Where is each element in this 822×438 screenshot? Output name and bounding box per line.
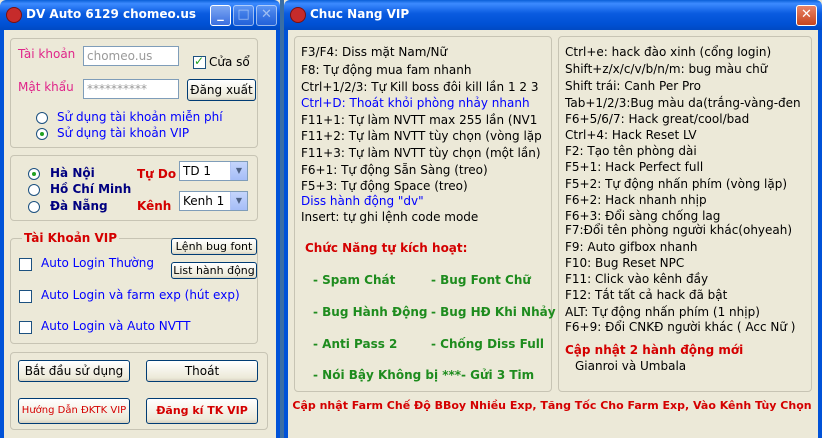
- channel-select[interactable]: Kenh 1 ▼: [179, 191, 248, 211]
- radio-free-account[interactable]: [36, 112, 48, 124]
- vip-section-title: Tài Khoản VIP: [22, 231, 120, 245]
- hotkey-line: F6+9: Đổi CNKĐ người khác ( Acc Nữ ): [565, 320, 796, 334]
- window-checkbox-label: Cửa sổ: [209, 55, 250, 69]
- app-icon: [6, 7, 22, 23]
- right-frame-edge: [818, 30, 822, 438]
- account-input[interactable]: chomeo.us: [83, 46, 179, 66]
- left-frame-edge: [0, 30, 4, 438]
- auto-login-nvtt-label: Auto Login và Auto NVTT: [41, 319, 191, 333]
- auto-login-farm-checkbox[interactable]: [19, 290, 32, 303]
- auto-feature: - Spam Chát: [313, 273, 396, 287]
- auto-feature: - Nói Bậy Không bị ***: [313, 368, 462, 382]
- hotkey-line: Insert: tự ghi lệnh code mode: [301, 210, 479, 224]
- auto-feature: - Bug Font Chữ: [431, 273, 531, 287]
- hotkey-line: F11: Click vào kênh đầy: [565, 272, 709, 286]
- freedom-select[interactable]: TD 1 ▼: [179, 161, 248, 181]
- start-button[interactable]: Bắt đầu sử dụng: [18, 360, 130, 382]
- server-da-nang-label: Đà Nẵng: [50, 199, 108, 213]
- radio-ha-noi[interactable]: [28, 168, 40, 180]
- server-ho-chi-minh-label: Hồ Chí Minh: [50, 182, 132, 196]
- free-account-label: Sử dụng tài khoản miễn phí: [57, 110, 223, 124]
- hotkey-line: Ctrl+D: Thoát khỏi phòng nhảy nhanh: [301, 96, 530, 110]
- radio-da-nang[interactable]: [28, 201, 40, 213]
- right-window-title: Chuc Nang VIP: [310, 7, 410, 21]
- password-input[interactable]: **********: [83, 79, 179, 99]
- maximize-icon[interactable]: □: [233, 5, 254, 26]
- left-window-title: DV Auto 6129 chomeo.us: [26, 7, 197, 21]
- register-vip-button[interactable]: Đăng kí TK VIP: [146, 398, 258, 424]
- auto-feature: - Bug Hành Động: [313, 305, 428, 319]
- hotkey-line: F10: Bug Reset NPC: [565, 256, 685, 270]
- left-frame-edge: [284, 30, 288, 438]
- hotkey-line: F5+3: Tự động Space (treo): [301, 179, 468, 193]
- chevron-down-icon[interactable]: ▼: [230, 192, 247, 210]
- hotkey-line: F9: Auto gifbox nhanh: [565, 240, 698, 254]
- hotkey-line: F5+1: Hack Perfect full: [565, 160, 704, 174]
- logout-button[interactable]: Đăng xuất: [187, 79, 256, 101]
- freedom-select-value: TD 1: [183, 164, 212, 178]
- minimize-icon[interactable]: _: [210, 5, 231, 26]
- hotkey-line: F11+2: Tự làm NVTT tùy chọn (vòng lặp: [301, 129, 542, 143]
- close-icon[interactable]: ✕: [256, 5, 277, 26]
- auto-login-nvtt-checkbox[interactable]: [19, 321, 32, 334]
- channel-label: Kênh: [137, 199, 172, 213]
- auto-feature: - Bug HĐ Khi Nhảy: [431, 305, 556, 319]
- chevron-down-icon[interactable]: ▼: [230, 162, 247, 180]
- radio-vip-account[interactable]: [36, 128, 48, 140]
- hotkey-panel-right: Ctrl+e: hack đào xinh (cổng login) Shift…: [558, 36, 812, 392]
- server-ha-noi-label: Hà Nội: [50, 166, 95, 180]
- right-frame-edge: [276, 30, 280, 438]
- left-title-bar[interactable]: DV Auto 6129 chomeo.us _ □ ✕: [0, 0, 280, 30]
- auto-feature: - Gửi 3 Tim: [461, 368, 535, 382]
- hotkey-line: Diss hành động "dv": [301, 194, 424, 208]
- hotkey-line: Tab+1/2/3:Bug màu da(trắng-vàng-đen: [565, 96, 801, 110]
- update-text: Gianroi và Umbala: [575, 359, 687, 373]
- hotkey-line: Ctrl+4: Hack Reset LV: [565, 128, 697, 142]
- hotkey-line: F2: Tạo tên phòng dài: [565, 144, 697, 158]
- hotkey-line: F3/F4: Diss mặt Nam/Nữ: [301, 45, 448, 59]
- right-window: Chuc Nang VIP ✕ F3/F4: Diss mặt Nam/Nữ F…: [284, 0, 822, 438]
- auto-login-normal-label: Auto Login Thường: [41, 256, 154, 270]
- hotkey-line: F7:Đổi tên phòng người khác(ohyeah): [565, 223, 793, 237]
- hotkey-line: F11+1: Tự làm NVTT max 255 lần (NV1: [301, 113, 538, 127]
- auto-features-title: Chức Năng tự kích hoạt:: [305, 241, 468, 255]
- auto-login-normal-checkbox[interactable]: [19, 258, 32, 271]
- font-bug-button[interactable]: Lệnh bug font: [171, 238, 257, 255]
- hotkey-line: F6+2: Hack nhanh nhịp: [565, 193, 707, 207]
- window-checkbox[interactable]: [193, 54, 206, 69]
- hotkey-line: F11+3: Tự làm NVTT tùy chọn (một lần): [301, 146, 541, 160]
- app-icon: [290, 7, 306, 23]
- hotkey-line: Shift+z/x/c/v/b/n/m: bug màu chữ: [565, 62, 768, 76]
- action-list-button[interactable]: List hành động: [171, 262, 257, 279]
- footer-update-note: Cập nhật Farm Chế Độ BBoy Nhiều Exp, Tăn…: [292, 399, 812, 412]
- hotkey-line: ALT: Tự động nhấn phím (1 nhịp): [565, 305, 760, 319]
- hotkey-line: F12: Tắt tất cả hack đã bật: [565, 288, 728, 302]
- account-label: Tài khoản: [18, 47, 76, 61]
- guide-button[interactable]: Hướng Dẫn ĐKTK VIP: [18, 398, 130, 424]
- auto-login-farm-label: Auto Login và farm exp (hút exp): [41, 288, 240, 302]
- left-window: DV Auto 6129 chomeo.us _ □ ✕ Tài khoản c…: [0, 0, 280, 438]
- hotkey-line: F5+2: Tự động nhấn phím (vòng lặp): [565, 177, 788, 191]
- close-icon[interactable]: ✕: [796, 5, 817, 26]
- hotkey-line: F6+1: Tự động Sẵn Sàng (treo): [301, 163, 488, 177]
- vip-account-label: Sử dụng tài khoản VIP: [57, 126, 190, 140]
- freedom-label: Tự Do: [137, 167, 177, 181]
- radio-ho-chi-minh[interactable]: [28, 184, 40, 196]
- exit-button[interactable]: Thoát: [146, 360, 258, 382]
- hotkey-panel-left: F3/F4: Diss mặt Nam/Nữ F8: Tự động mua f…: [294, 36, 556, 392]
- hotkey-line: Shift trái: Canh Per Pro: [565, 79, 702, 93]
- hotkey-line: F6+5/6/7: Hack great/cool/bad: [565, 112, 750, 126]
- update-title: Cập nhật 2 hành động mới: [565, 343, 744, 357]
- hotkey-line: Ctrl+1/2/3: Tự Kill boss đôi kill lần 1 …: [301, 80, 539, 94]
- auto-feature: - Chống Diss Full: [431, 337, 544, 351]
- right-title-bar[interactable]: Chuc Nang VIP ✕: [284, 0, 822, 30]
- auto-feature: - Anti Pass 2: [313, 337, 398, 351]
- hotkey-line: F8: Tự động mua fam nhanh: [301, 63, 472, 77]
- channel-select-value: Kenh 1: [183, 194, 225, 208]
- hotkey-line: F6+3: Đổi sàng chống lag: [565, 209, 721, 223]
- password-label: Mật khẩu: [18, 80, 74, 94]
- hotkey-line: Ctrl+e: hack đào xinh (cổng login): [565, 45, 772, 59]
